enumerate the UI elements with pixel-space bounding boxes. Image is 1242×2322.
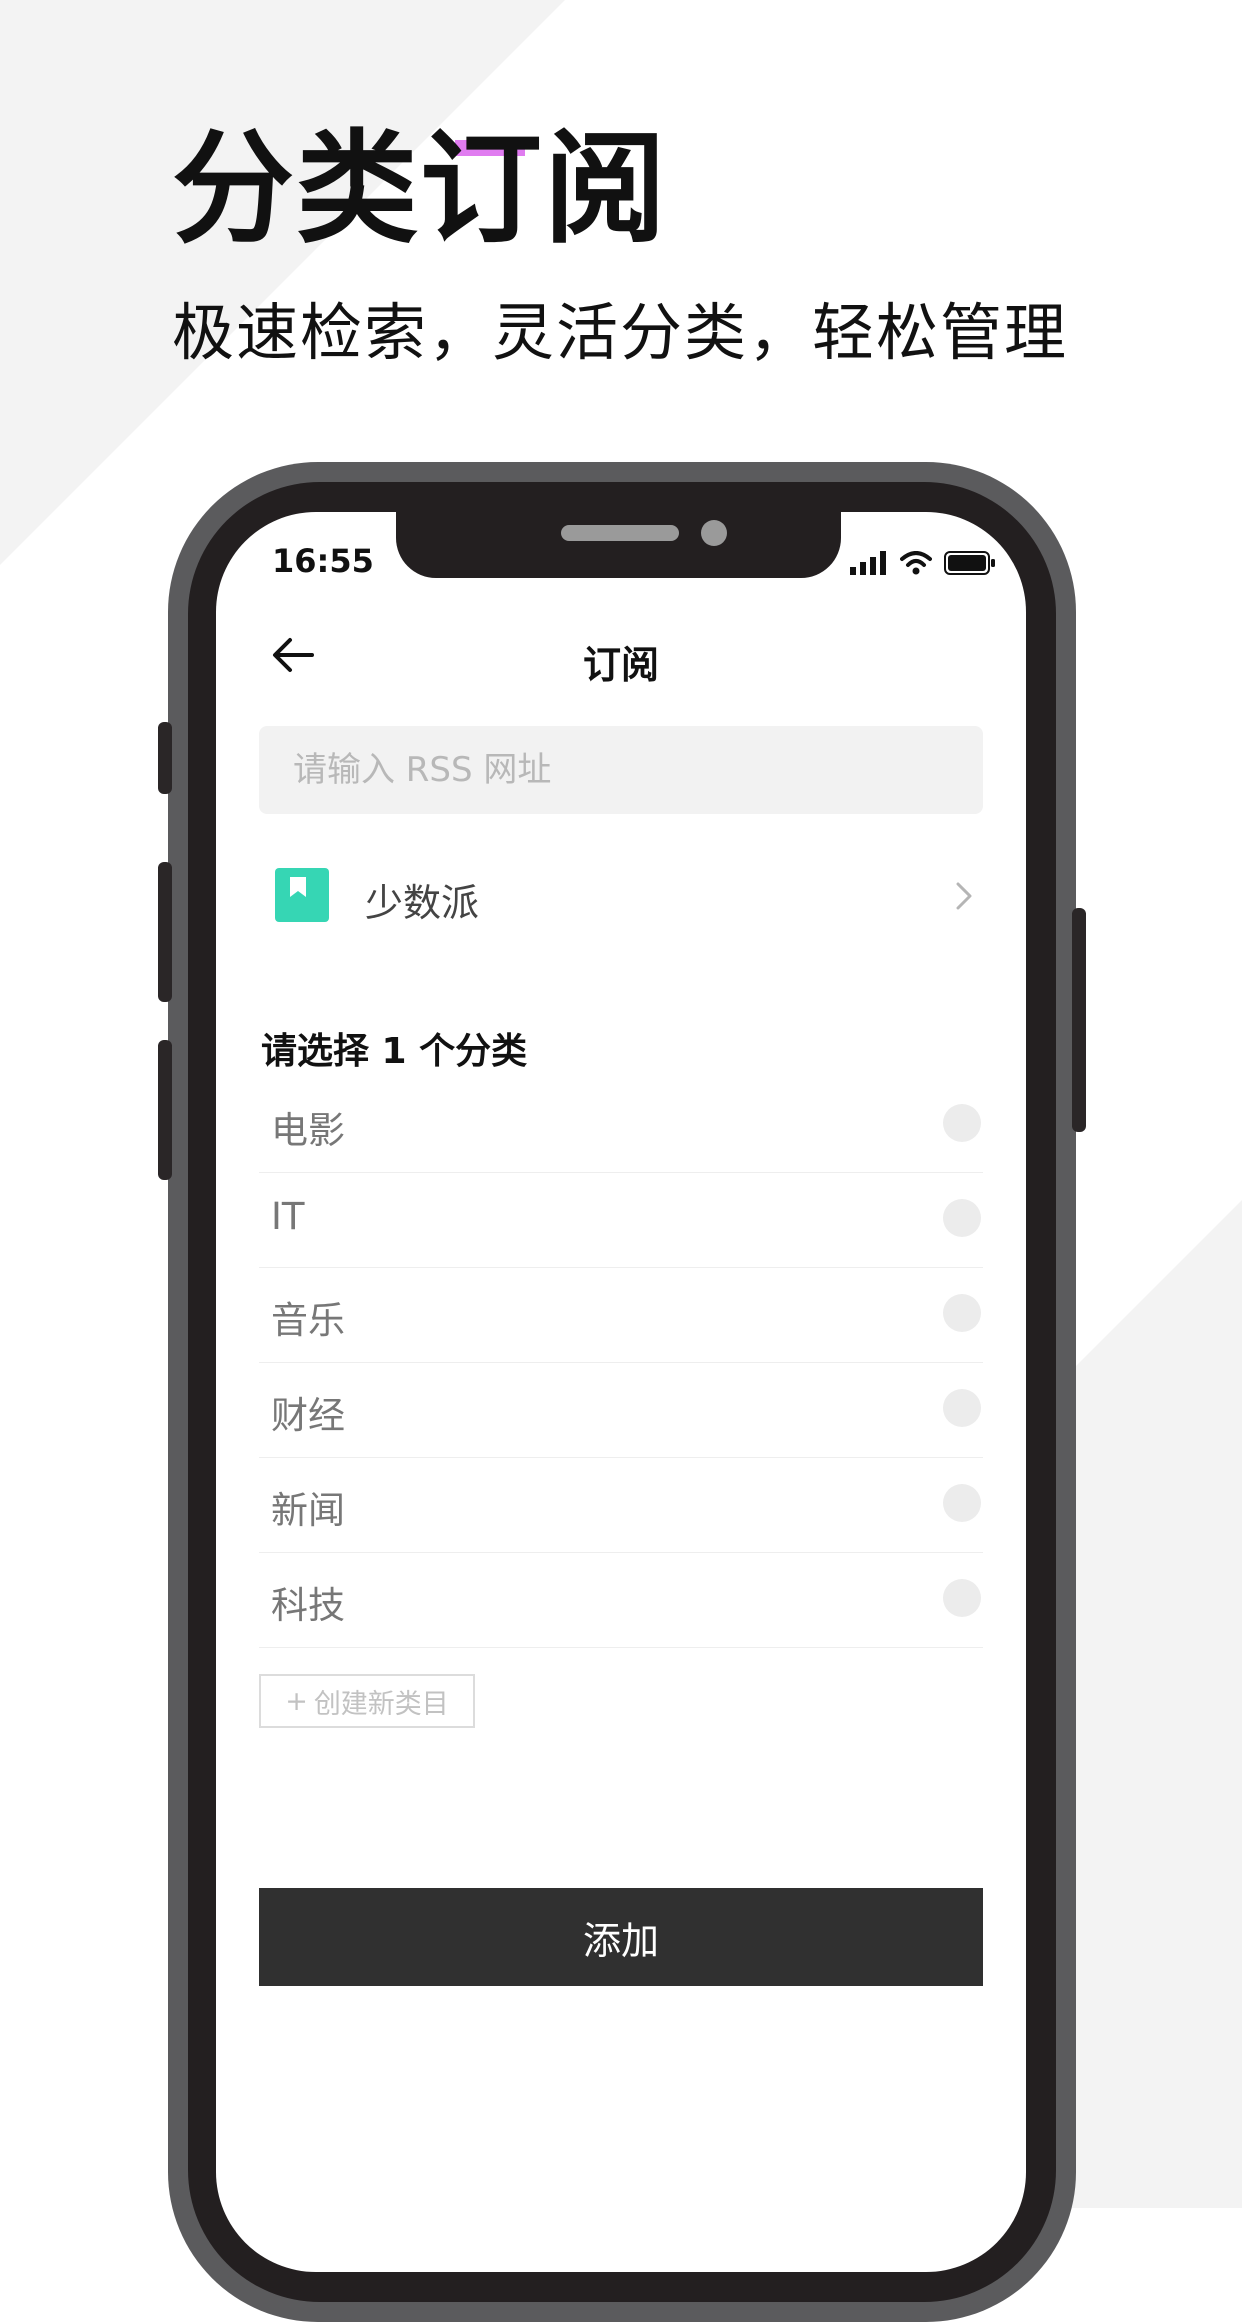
rss-url-input[interactable] — [259, 726, 983, 814]
category-label: 财经 — [271, 1394, 345, 1437]
chevron-right-icon — [956, 882, 972, 910]
category-section-title: 请选择 1 个分类 — [261, 1031, 528, 1072]
category-item-movie[interactable]: 电影 — [259, 1078, 983, 1173]
category-item-tech[interactable]: 科技 — [259, 1553, 983, 1648]
phone-screen: 16:55 订阅 少数派 — [216, 512, 1026, 2272]
phone-mute-switch — [158, 722, 172, 794]
category-radio[interactable] — [943, 1104, 981, 1142]
category-label: IT — [271, 1195, 305, 1238]
category-radio[interactable] — [943, 1579, 981, 1617]
category-item-music[interactable]: 音乐 — [259, 1268, 983, 1363]
create-category-button[interactable]: + 创建新类目 — [259, 1674, 475, 1728]
wifi-icon — [900, 551, 932, 575]
speaker-grille — [561, 525, 679, 541]
phone-volume-up-button — [158, 862, 172, 1002]
category-radio[interactable] — [943, 1389, 981, 1427]
phone-notch — [396, 512, 841, 578]
category-radio[interactable] — [943, 1199, 981, 1237]
category-item-news[interactable]: 新闻 — [259, 1458, 983, 1553]
create-category-label: 创建新类目 — [313, 1688, 449, 1720]
source-name: 少数派 — [365, 881, 480, 925]
add-button[interactable]: 添加 — [259, 1888, 983, 1986]
status-icons — [850, 550, 996, 576]
category-label: 音乐 — [271, 1299, 345, 1342]
source-selector[interactable]: 少数派 — [259, 852, 983, 940]
category-label: 电影 — [271, 1109, 345, 1152]
phone-volume-down-button — [158, 1040, 172, 1180]
category-radio[interactable] — [943, 1294, 981, 1332]
status-time: 16:55 — [272, 542, 374, 580]
plus-icon: + — [285, 1685, 308, 1717]
category-radio[interactable] — [943, 1484, 981, 1522]
category-label: 新闻 — [271, 1489, 345, 1532]
category-list: 电影 IT 音乐 财经 新闻 科技 — [259, 1078, 983, 1648]
category-label: 科技 — [271, 1584, 345, 1627]
battery-icon — [944, 551, 995, 575]
page-title: 订阅 — [582, 643, 659, 687]
bookmark-icon — [275, 868, 329, 922]
category-item-finance[interactable]: 财经 — [259, 1363, 983, 1458]
cellular-signal-icon — [850, 551, 886, 575]
front-camera — [701, 520, 727, 546]
phone-power-button — [1072, 908, 1086, 1132]
category-item-it[interactable]: IT — [259, 1173, 983, 1268]
promo-headline: 分类订阅 — [172, 118, 668, 260]
promo-subheadline: 极速检索，灵活分类，轻松管理 — [172, 296, 1069, 369]
